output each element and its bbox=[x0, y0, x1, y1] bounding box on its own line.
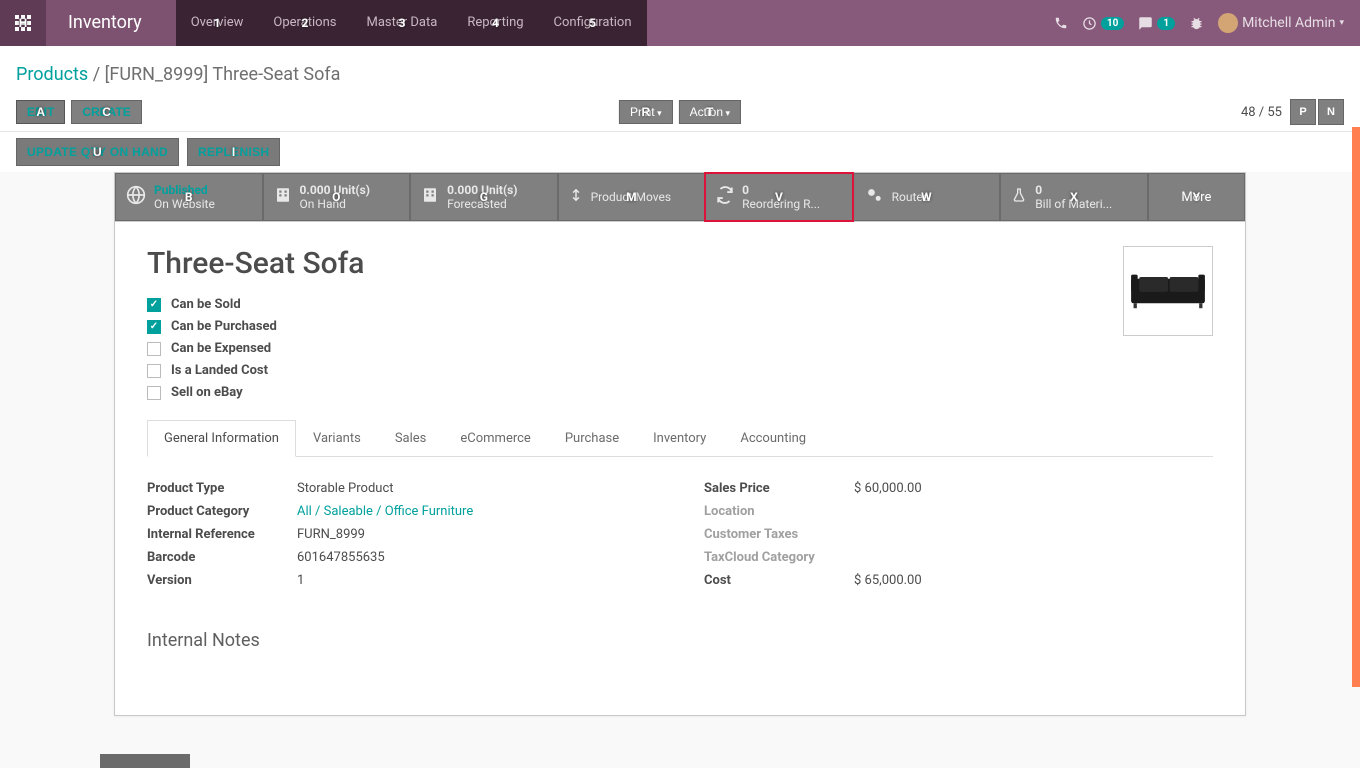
arrows-v-icon bbox=[569, 185, 583, 210]
pager-value[interactable]: 48 / 55 bbox=[1241, 105, 1282, 120]
edit-button[interactable]: EDITA bbox=[16, 100, 65, 124]
label-location: Location bbox=[704, 504, 854, 519]
cogs-icon bbox=[864, 185, 884, 210]
check-can-be-sold: ✓Can be Sold bbox=[147, 297, 1107, 312]
floating-box bbox=[100, 754, 190, 768]
stat-buttons: PublishedOn Website B 0.000 Unit(s)On Ha… bbox=[115, 173, 1245, 222]
checkbox-icon[interactable] bbox=[147, 342, 161, 356]
nav-reporting[interactable]: Reporting4 bbox=[452, 0, 538, 46]
stat-product-moves[interactable]: Product Moves M bbox=[558, 173, 706, 221]
create-button[interactable]: CREATEC bbox=[71, 100, 141, 124]
checkbox-icon[interactable]: ✓ bbox=[147, 298, 161, 312]
checkbox-icon[interactable]: ✓ bbox=[147, 320, 161, 334]
stat-on-hand[interactable]: 0.000 Unit(s)On Hand O bbox=[263, 173, 411, 221]
nav-operations[interactable]: Operations2 bbox=[258, 0, 351, 46]
messages-badge: 1 bbox=[1157, 17, 1175, 30]
label-barcode: Barcode bbox=[147, 550, 297, 565]
tab-variants[interactable]: Variants bbox=[296, 420, 378, 456]
print-dropdown[interactable]: PrintR bbox=[619, 100, 673, 124]
form-view: PublishedOn Website B 0.000 Unit(s)On Ha… bbox=[0, 172, 1360, 740]
tab-inventory[interactable]: Inventory bbox=[636, 420, 723, 456]
nav-master-data[interactable]: Master Data3 bbox=[351, 0, 452, 46]
topbar-right: 10 1 Mitchell Admin ▾ bbox=[1054, 13, 1360, 33]
stat-more[interactable]: More Y bbox=[1148, 173, 1245, 221]
chevron-down-icon: ▾ bbox=[1339, 18, 1344, 28]
control-panel: Products / [FURN_8999] Three-Seat Sofa E… bbox=[0, 46, 1360, 131]
top-navbar: H Inventory Overview1 Operations2 Master… bbox=[0, 0, 1360, 46]
building-icon bbox=[421, 186, 439, 209]
user-name: Mitchell Admin bbox=[1242, 15, 1335, 31]
stat-reordering-rules[interactable]: 0Reordering R... V bbox=[705, 173, 853, 221]
nav-configuration[interactable]: Configuration5 bbox=[539, 0, 647, 46]
user-menu[interactable]: Mitchell Admin ▾ bbox=[1218, 13, 1344, 33]
apps-menu-button[interactable]: H bbox=[0, 0, 46, 46]
fields-left: Product TypeStorable Product Product Cat… bbox=[147, 477, 656, 592]
label-internal-ref: Internal Reference bbox=[147, 527, 297, 542]
stat-routes[interactable]: Routes W bbox=[853, 173, 1001, 221]
stat-forecasted[interactable]: 0.000 Unit(s)Forecasted G bbox=[410, 173, 558, 221]
label-cost: Cost bbox=[704, 573, 854, 588]
pager-next[interactable]: N bbox=[1318, 99, 1344, 125]
action-dropdown[interactable]: ActionT bbox=[679, 100, 741, 124]
pager-prev[interactable]: P bbox=[1290, 99, 1316, 125]
nav-overview[interactable]: Overview1 bbox=[176, 0, 259, 46]
value-category[interactable]: All / Saleable / Office Furniture bbox=[297, 504, 473, 519]
value-barcode: 601647855635 bbox=[297, 550, 385, 565]
stat-published[interactable]: PublishedOn Website B bbox=[115, 173, 263, 221]
user-avatar-icon bbox=[1218, 13, 1238, 33]
replenish-button[interactable]: REPLENISHI bbox=[187, 138, 280, 166]
breadcrumb: Products / [FURN_8999] Three-Seat Sofa bbox=[16, 64, 1344, 85]
status-bar: UPDATE QTY ON HANDU REPLENISHI bbox=[0, 131, 1360, 172]
flask-icon bbox=[1011, 185, 1027, 210]
value-product-type: Storable Product bbox=[297, 481, 394, 496]
label-customer-taxes: Customer Taxes bbox=[704, 527, 854, 542]
product-image[interactable] bbox=[1123, 246, 1213, 336]
tab-ecommerce[interactable]: eCommerce bbox=[443, 420, 547, 456]
messages-button[interactable]: 1 bbox=[1138, 16, 1175, 31]
activity-button[interactable]: 10 bbox=[1082, 16, 1124, 31]
tab-sales[interactable]: Sales bbox=[378, 420, 444, 456]
internal-notes-heading: Internal Notes bbox=[147, 630, 1213, 651]
check-sell-ebay: Sell on eBay bbox=[147, 385, 1213, 400]
phone-icon[interactable] bbox=[1054, 16, 1068, 30]
label-sales-price: Sales Price bbox=[704, 481, 854, 496]
activity-badge: 10 bbox=[1101, 17, 1124, 30]
label-product-type: Product Type bbox=[147, 481, 297, 496]
refresh-icon bbox=[716, 186, 734, 209]
main-nav: Overview1 Operations2 Master Data3 Repor… bbox=[176, 0, 647, 46]
value-sales-price: $ 60,000.00 bbox=[854, 481, 922, 496]
check-landed-cost: Is a Landed Cost bbox=[147, 363, 1213, 378]
check-list: ✓Can be Sold ✓Can be Purchased Can be Ex… bbox=[147, 297, 1213, 400]
tab-accounting[interactable]: Accounting bbox=[723, 420, 823, 456]
debug-icon[interactable] bbox=[1189, 16, 1204, 31]
checkbox-icon[interactable] bbox=[147, 386, 161, 400]
tab-purchase[interactable]: Purchase bbox=[548, 420, 636, 456]
stat-bom[interactable]: 0Bill of Materi... X bbox=[1000, 173, 1148, 221]
product-title: Three-Seat Sofa bbox=[147, 246, 1213, 281]
tabs: General Information Variants Sales eComm… bbox=[147, 420, 1213, 457]
value-version: 1 bbox=[297, 573, 304, 588]
building-icon bbox=[274, 186, 292, 209]
app-title: Inventory bbox=[46, 0, 176, 46]
checkbox-icon[interactable] bbox=[147, 364, 161, 378]
fields-right: Sales Price$ 60,000.00 Location Customer… bbox=[704, 477, 1213, 592]
breadcrumb-current: [FURN_8999] Three-Seat Sofa bbox=[105, 64, 341, 85]
scrollbar[interactable] bbox=[1352, 127, 1360, 687]
value-internal-ref: FURN_8999 bbox=[297, 527, 365, 542]
breadcrumb-products[interactable]: Products bbox=[16, 64, 88, 85]
tab-general-info[interactable]: General Information bbox=[147, 420, 296, 457]
check-can-be-purchased: ✓Can be Purchased bbox=[147, 319, 1107, 334]
check-can-be-expensed: Can be Expensed bbox=[147, 341, 1213, 356]
label-taxcloud: TaxCloud Category bbox=[704, 550, 854, 565]
label-category: Product Category bbox=[147, 504, 297, 519]
pager: 48 / 55 P N bbox=[1241, 99, 1344, 125]
label-version: Version bbox=[147, 573, 297, 588]
globe-icon bbox=[126, 185, 146, 210]
value-cost: $ 65,000.00 bbox=[854, 573, 922, 588]
update-qty-button[interactable]: UPDATE QTY ON HANDU bbox=[16, 138, 179, 166]
